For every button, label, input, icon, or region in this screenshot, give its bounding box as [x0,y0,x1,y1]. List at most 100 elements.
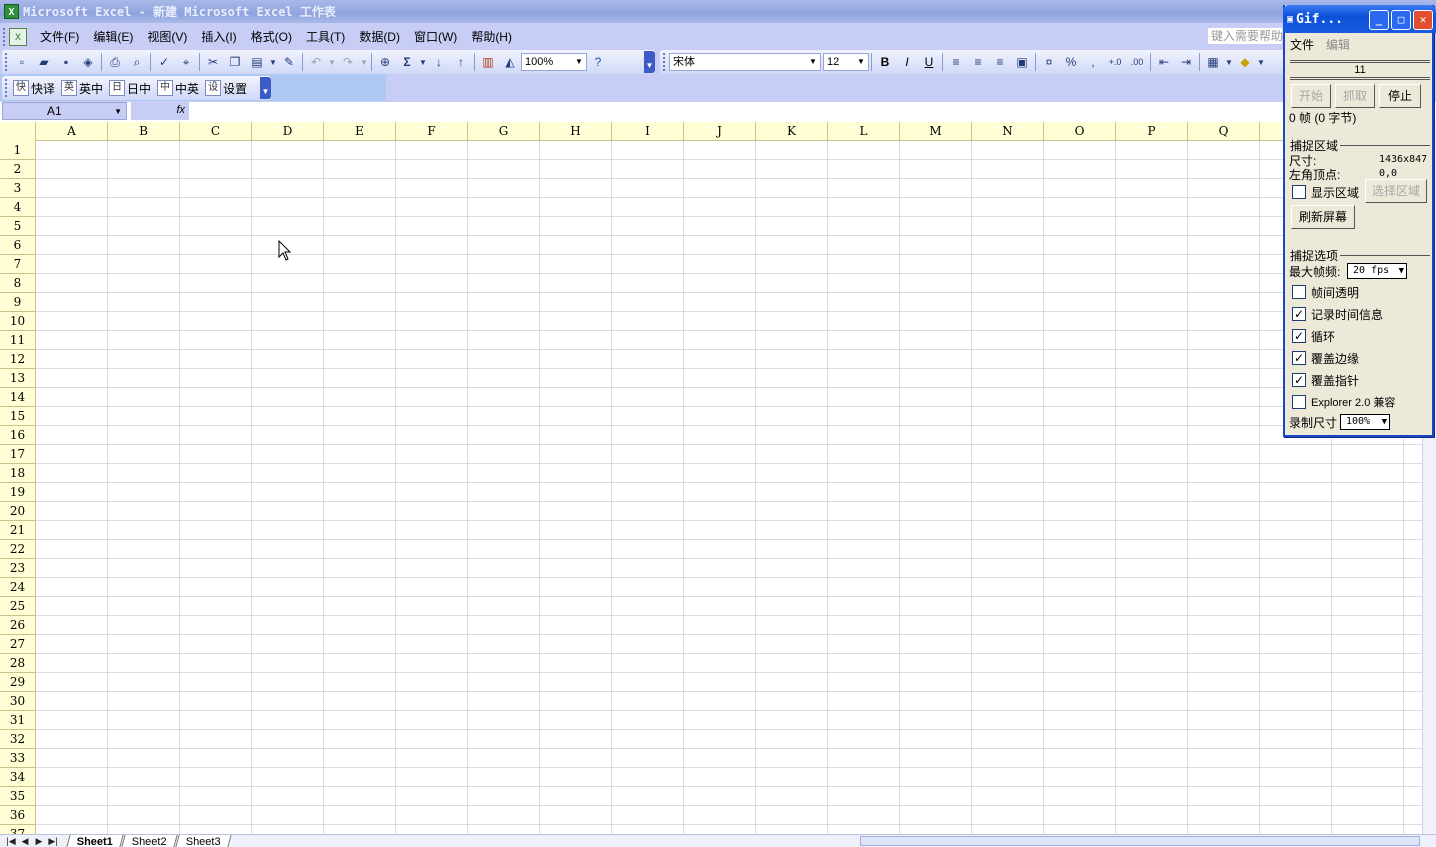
row-header[interactable]: 35 [0,787,35,806]
explorer-compat-checkbox[interactable] [1292,395,1306,409]
autosum-icon[interactable]: Σ [397,52,417,72]
next-sheet-icon[interactable]: ▶ [32,836,46,847]
column-header[interactable]: L [828,122,900,141]
row-header[interactable]: 12 [0,350,35,369]
zoom-select[interactable]: 100% ▼ [521,53,587,71]
time-info-checkbox[interactable]: ✓ [1292,307,1306,321]
spelling-icon[interactable]: ✓ [154,52,174,72]
translate-settings-button[interactable]: 设 设置 [203,78,251,98]
help-search-input[interactable]: 键入需要帮助 [1207,27,1283,45]
row-header[interactable]: 7 [0,255,35,274]
borders-icon[interactable]: ▦ [1203,52,1223,72]
new-icon[interactable]: ▫ [12,52,32,72]
select-all-corner[interactable] [0,122,36,141]
row-header[interactable]: 36 [0,806,35,825]
align-left-icon[interactable]: ≡ [946,52,966,72]
row-header[interactable]: 8 [0,274,35,293]
name-box[interactable]: A1 ▼ [2,102,127,120]
row-header[interactable]: 9 [0,293,35,312]
column-header[interactable]: J [684,122,756,141]
row-header[interactable]: 3 [0,179,35,198]
workbook-icon[interactable]: X [9,28,27,46]
redo-dropdown-icon[interactable]: ▼ [360,52,368,72]
toolbar-grip[interactable] [663,53,666,71]
autosum-dropdown-icon[interactable]: ▼ [419,52,427,72]
row-header[interactable]: 6 [0,236,35,255]
transparent-checkbox[interactable] [1292,285,1306,299]
cover-edges-checkbox[interactable]: ✓ [1292,351,1306,365]
chevron-down-icon[interactable]: ▼ [114,104,122,120]
minimize-icon[interactable]: _ [1369,10,1389,30]
column-header[interactable]: G [468,122,540,141]
zh-to-en-button[interactable]: 中 中英 [155,78,203,98]
copy-icon[interactable]: ❐ [225,52,245,72]
insert-function-button[interactable]: fx [131,102,189,120]
start-button[interactable]: 开始 [1291,84,1331,108]
toolbar-options-icon[interactable]: ▼ [644,51,655,73]
paste-dropdown-icon[interactable]: ▼ [269,52,277,72]
borders-dropdown-icon[interactable]: ▼ [1225,52,1233,72]
format-painter-icon[interactable]: ✎ [279,52,299,72]
column-header[interactable]: M [900,122,972,141]
menu-file[interactable]: 文件(F) [33,27,86,47]
select-area-button[interactable]: 选择区域 [1365,179,1427,203]
sort-descending-icon[interactable]: ↑ [451,52,471,72]
column-header[interactable]: K [756,122,828,141]
formula-bar-input[interactable] [0,101,1436,121]
row-header[interactable]: 22 [0,540,35,559]
sheet-tab-2[interactable]: Sheet2 [121,835,178,847]
save-icon[interactable]: ▪ [56,52,76,72]
increase-indent-icon[interactable]: ⇥ [1176,52,1196,72]
row-header[interactable]: 11 [0,331,35,350]
hyperlink-icon[interactable]: ⊕ [375,52,395,72]
redo-icon[interactable]: ↷ [338,52,358,72]
decrease-indent-icon[interactable]: ⇤ [1154,52,1174,72]
row-header[interactable]: 21 [0,521,35,540]
menu-insert[interactable]: 插入(I) [194,27,243,47]
row-header[interactable]: 37 [0,825,35,834]
record-size-select[interactable]: 100% ▼ [1340,414,1390,430]
print-icon[interactable]: ⎙ [105,52,125,72]
help-icon[interactable]: ? [588,52,608,72]
last-sheet-icon[interactable]: ▶| [46,836,60,847]
row-header[interactable]: 10 [0,312,35,331]
row-header[interactable]: 4 [0,198,35,217]
show-area-checkbox[interactable] [1292,185,1306,199]
menu-edit[interactable]: 编辑(E) [86,27,140,47]
menu-format[interactable]: 格式(O) [244,27,299,47]
column-header[interactable]: O [1044,122,1116,141]
sheet-tab-3[interactable]: Sheet3 [175,835,232,847]
refresh-screen-button[interactable]: 刷新屏幕 [1291,205,1355,229]
fill-color-icon[interactable]: ◆ [1235,52,1255,72]
gif-menu-edit[interactable]: 编辑 [1326,36,1350,53]
merge-center-icon[interactable]: ▣ [1012,52,1032,72]
currency-icon[interactable]: ¤ [1039,52,1059,72]
row-header[interactable]: 23 [0,559,35,578]
chart-wizard-icon[interactable]: ▥ [478,52,498,72]
menu-window[interactable]: 窗口(W) [407,27,464,47]
stop-button[interactable]: 停止 [1379,84,1421,108]
column-header[interactable]: P [1116,122,1188,141]
column-header[interactable]: N [972,122,1044,141]
row-header[interactable]: 26 [0,616,35,635]
column-header[interactable]: H [540,122,612,141]
drawing-icon[interactable]: ◭ [500,52,520,72]
gif-menu-file[interactable]: 文件 [1290,36,1314,53]
italic-icon[interactable]: I [897,52,917,72]
row-header[interactable]: 17 [0,445,35,464]
comma-icon[interactable]: , [1083,52,1103,72]
undo-dropdown-icon[interactable]: ▼ [328,52,336,72]
align-right-icon[interactable]: ≡ [990,52,1010,72]
sort-ascending-icon[interactable]: ↓ [429,52,449,72]
row-header[interactable]: 24 [0,578,35,597]
align-center-icon[interactable]: ≡ [968,52,988,72]
column-header[interactable]: E [324,122,396,141]
column-header[interactable]: B [108,122,180,141]
font-name-select[interactable]: 宋体 ▼ [669,53,821,71]
row-header[interactable]: 19 [0,483,35,502]
chevron-down-icon[interactable]: ▼ [573,55,585,69]
row-header[interactable]: 25 [0,597,35,616]
first-sheet-icon[interactable]: |◀ [4,836,18,847]
paste-icon[interactable]: ▤ [247,52,267,72]
row-header[interactable]: 16 [0,426,35,445]
